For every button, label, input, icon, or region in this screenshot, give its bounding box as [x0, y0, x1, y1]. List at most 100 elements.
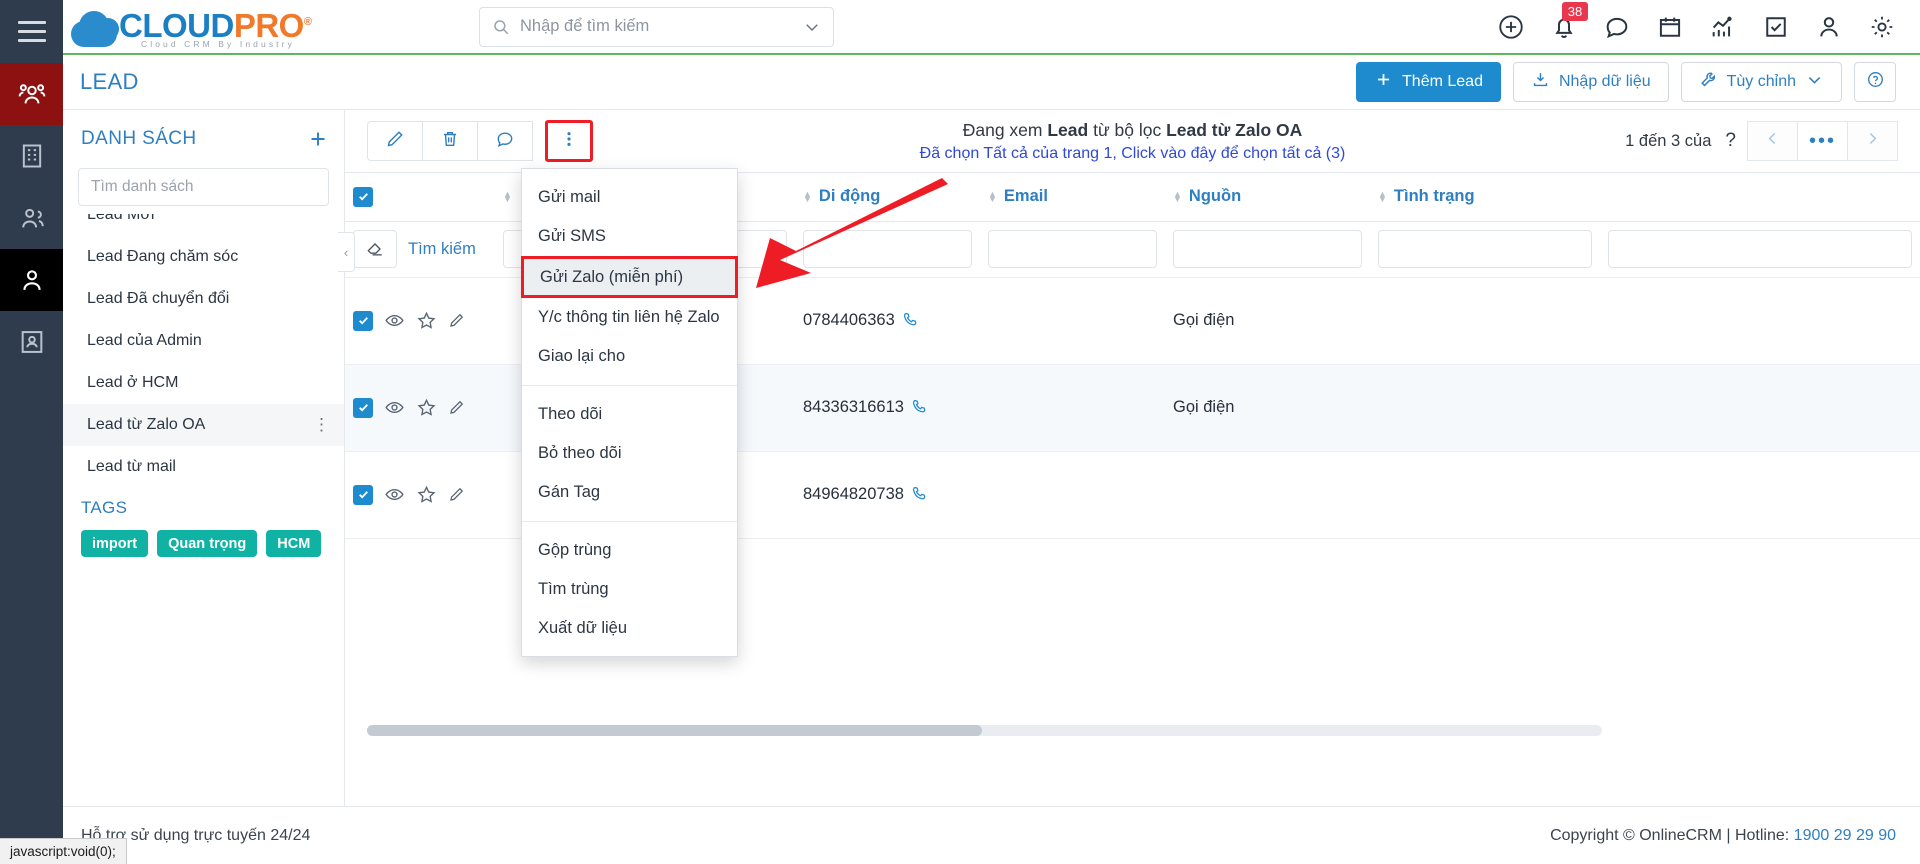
- user-icon[interactable]: [1815, 13, 1843, 41]
- add-lead-button[interactable]: Thêm Lead: [1356, 62, 1501, 102]
- sidebar-collapse-button[interactable]: ‹: [338, 232, 355, 272]
- view-info-prefix: Đang xem: [962, 120, 1048, 140]
- import-data-button[interactable]: Nhập dữ liệu: [1512, 62, 1669, 102]
- rail-item-documents[interactable]: [0, 311, 63, 373]
- pagination-more-button[interactable]: •••: [1797, 121, 1848, 161]
- sidebar-item-lead-o-hcm[interactable]: Lead ở HCM: [63, 362, 344, 404]
- cell-status: [1370, 277, 1600, 365]
- row-edit-icon[interactable]: [448, 399, 465, 416]
- chat-icon[interactable]: [1603, 13, 1631, 41]
- global-search-box[interactable]: [479, 6, 834, 47]
- cell-email: [980, 277, 1165, 365]
- vertical-dots-icon[interactable]: ⋮: [313, 415, 330, 435]
- clear-filters-button[interactable]: [353, 230, 397, 268]
- pagination-total: ?: [1725, 130, 1736, 151]
- filter-input-mobile[interactable]: [803, 230, 972, 268]
- status-bar-text: javascript:void(0);: [10, 844, 116, 859]
- tag-chip-hcm[interactable]: HCM: [266, 530, 322, 557]
- menu-item-bo-theo-doi[interactable]: Bỏ theo dõi: [522, 434, 737, 473]
- sidebar-item-lead-tu-zalo-oa[interactable]: Lead từ Zalo OA ⋮: [63, 404, 344, 446]
- footer-bar: Hỗ trợ sử dụng trực tuyến 24/24 Copyrigh…: [63, 806, 1920, 864]
- hotline-link[interactable]: 1900 29 29 90: [1794, 827, 1896, 844]
- bulk-actions-dropdown-menu[interactable]: Gửi mail Gửi SMS Gửi Zalo (miễn phí) Y/c…: [521, 168, 738, 657]
- preview-icon[interactable]: [384, 484, 405, 505]
- sort-icon: ▲ ▼: [803, 188, 812, 204]
- edit-button[interactable]: [367, 121, 423, 161]
- single-user-icon: [18, 266, 46, 294]
- pagination-next-button[interactable]: [1847, 121, 1898, 161]
- th-source[interactable]: ▲ ▼ Nguồn: [1165, 173, 1370, 222]
- call-icon[interactable]: [911, 485, 928, 502]
- list-items-container[interactable]: Lead Mới Lead Đang chăm sóc Lead Đã chuy…: [63, 214, 344, 559]
- menu-item-giao-lai-cho[interactable]: Giao lại cho: [522, 337, 737, 376]
- scrollbar-thumb[interactable]: [367, 725, 982, 736]
- filter-input-source[interactable]: [1173, 230, 1362, 268]
- th-mobile[interactable]: ▲ ▼ Di động: [795, 173, 980, 222]
- call-icon[interactable]: [902, 311, 919, 328]
- rail-item-person[interactable]: [0, 187, 63, 249]
- filter-input-status[interactable]: [1378, 230, 1592, 268]
- menu-item-yc-thong-tin-zalo[interactable]: Y/c thông tin liên hệ Zalo: [522, 298, 737, 337]
- menu-item-theo-doi[interactable]: Theo dõi: [522, 395, 737, 434]
- th-email[interactable]: ▲ ▼ Email: [980, 173, 1165, 222]
- favorite-star-icon[interactable]: [416, 310, 437, 331]
- horizontal-scrollbar[interactable]: [367, 725, 1602, 736]
- tag-chip-quan-trong[interactable]: Quan trọng: [157, 530, 258, 557]
- more-actions-button[interactable]: [545, 120, 593, 162]
- menu-item-gop-trung[interactable]: Gộp trùng: [522, 531, 737, 570]
- hamburger-menu-button[interactable]: [0, 0, 63, 63]
- bell-icon[interactable]: 38: [1550, 1, 1588, 41]
- pagination-prev-button[interactable]: [1747, 121, 1798, 161]
- customize-button[interactable]: Tùy chỉnh: [1680, 62, 1842, 102]
- preview-icon[interactable]: [384, 397, 405, 418]
- delete-button[interactable]: [422, 121, 478, 161]
- plus-circle-icon[interactable]: [1497, 13, 1525, 41]
- tag-chip-import[interactable]: import: [81, 530, 149, 557]
- comment-button[interactable]: [477, 121, 533, 161]
- sidebar-item-lead-cua-admin[interactable]: Lead của Admin: [63, 320, 344, 362]
- menu-item-gan-tag[interactable]: Gán Tag: [522, 473, 737, 512]
- row-checkbox[interactable]: [353, 397, 373, 418]
- list-search-input[interactable]: [91, 178, 316, 196]
- menu-item-xuat-du-lieu[interactable]: Xuất dữ liệu: [522, 609, 737, 648]
- row-checkbox[interactable]: [353, 310, 373, 331]
- cell-source: Gọi điện: [1165, 364, 1370, 452]
- favorite-star-icon[interactable]: [416, 484, 437, 505]
- app-logo[interactable]: CLOUDPRO® Cloud CRM By Industry: [71, 5, 421, 49]
- select-all-checkbox[interactable]: [353, 186, 373, 207]
- hamburger-line: [17, 39, 46, 42]
- rail-item-company[interactable]: [0, 125, 63, 187]
- sidebar-item-lead-dang-cham-soc[interactable]: Lead Đang chăm sóc: [63, 236, 344, 278]
- chevron-down-icon[interactable]: [803, 18, 821, 36]
- th-status[interactable]: ▲ ▼ Tình trạng: [1370, 173, 1600, 222]
- menu-item-tim-trung[interactable]: Tìm trùng: [522, 570, 737, 609]
- rail-item-lead[interactable]: [0, 249, 63, 311]
- trash-icon: [440, 129, 460, 154]
- task-checkbox-icon[interactable]: [1762, 13, 1790, 41]
- calendar-icon[interactable]: [1656, 13, 1684, 41]
- search-input[interactable]: [520, 17, 803, 36]
- filter-input-email[interactable]: [988, 230, 1157, 268]
- th-label: Email: [1003, 187, 1048, 206]
- rail-item-contacts[interactable]: [0, 63, 63, 125]
- gear-icon[interactable]: [1868, 13, 1896, 41]
- row-edit-icon[interactable]: [448, 312, 465, 329]
- favorite-star-icon[interactable]: [416, 397, 437, 418]
- filter-search-label[interactable]: Tìm kiếm: [408, 240, 476, 259]
- preview-icon[interactable]: [384, 310, 405, 331]
- sidebar-item-lead-da-chuyen-doi[interactable]: Lead Đã chuyển đổi: [63, 278, 344, 320]
- call-icon[interactable]: [911, 398, 928, 415]
- chart-icon[interactable]: [1709, 13, 1737, 41]
- sidebar-item-lead-moi[interactable]: Lead Mới: [63, 214, 344, 236]
- menu-item-gui-mail[interactable]: Gửi mail: [522, 178, 737, 217]
- row-checkbox[interactable]: [353, 484, 373, 505]
- filter-input-extra[interactable]: [1608, 230, 1912, 268]
- row-edit-icon[interactable]: [448, 486, 465, 503]
- list-search-box[interactable]: [78, 168, 329, 206]
- row-actions: [345, 277, 495, 365]
- help-button[interactable]: [1854, 62, 1896, 102]
- add-list-button[interactable]: [306, 127, 330, 151]
- sidebar-item-lead-tu-mail[interactable]: Lead từ mail: [63, 446, 344, 488]
- menu-item-gui-zalo[interactable]: Gửi Zalo (miễn phí): [521, 256, 738, 298]
- menu-item-gui-sms[interactable]: Gửi SMS: [522, 217, 737, 256]
